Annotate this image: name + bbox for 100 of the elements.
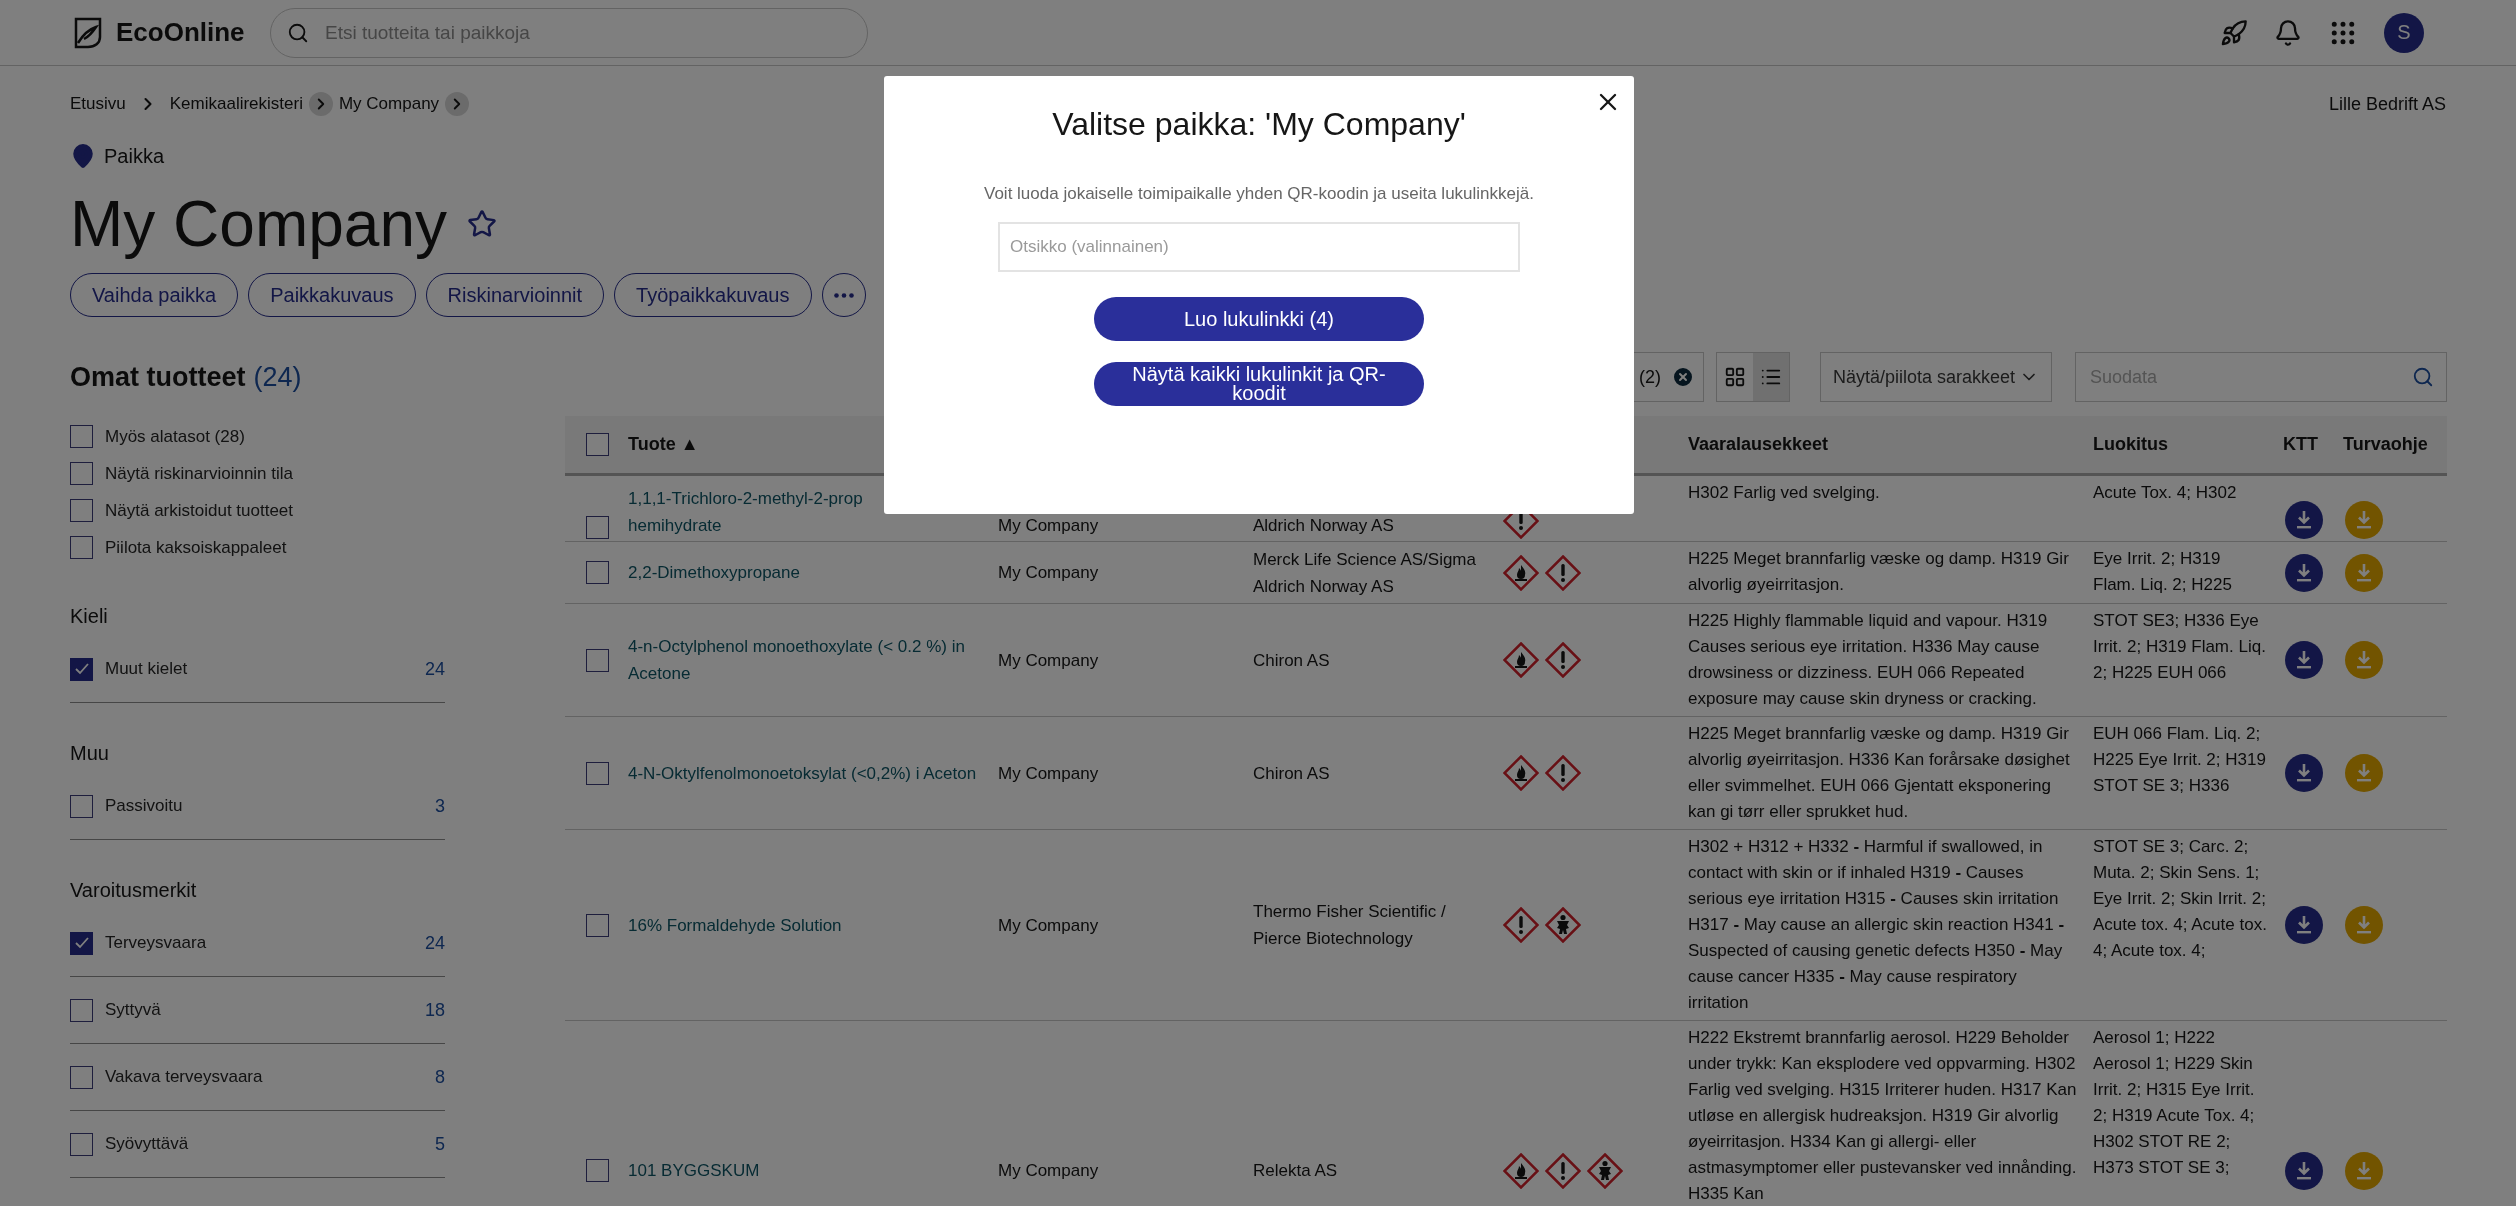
action-button[interactable]: Paikkakuvaus xyxy=(248,273,416,317)
search-field[interactable]: Etsi tuotteita tai paikkoja xyxy=(270,7,868,58)
modal-button[interactable]: Luo lukulinkki (4) xyxy=(1094,297,1424,341)
action-button[interactable]: Riskinarvioinnit xyxy=(425,273,605,317)
filter-label: Vakava terveysvaara xyxy=(105,1067,264,1087)
filter-checkbox[interactable] xyxy=(70,462,93,485)
product-link[interactable]: 16% Formaldehyde Solution xyxy=(620,911,990,939)
exclamation-pictogram-icon xyxy=(1503,907,1539,943)
filter-checkbox[interactable] xyxy=(70,499,93,522)
health-hazard-pictogram-icon xyxy=(1545,907,1581,943)
exclamation-pictogram-icon xyxy=(1545,1152,1581,1189)
modal-title: Valitse paikka: 'My Company' xyxy=(1052,106,1466,144)
product-link[interactable]: 4-n-Octylphenol monoethoxylate (< 0.2 %) in Acetone xyxy=(620,633,990,687)
download-icon[interactable] xyxy=(2285,641,2323,679)
filter-checkbox[interactable] xyxy=(70,931,93,955)
table-cell-text: Chiron AS xyxy=(1252,762,1331,785)
row-checkbox[interactable] xyxy=(586,761,609,785)
filter-checkbox[interactable] xyxy=(70,425,93,448)
table-cell-text: Chiron AS xyxy=(1252,649,1331,672)
row-checkbox[interactable] xyxy=(586,561,609,584)
product-link[interactable]: 101 BYGGSKUM xyxy=(620,1157,990,1184)
product-link[interactable]: 4-N-Oktylfenolmonoetoksylat (<0,2%) i Aceton xyxy=(620,759,990,787)
rocket-icon[interactable] xyxy=(2220,18,2248,47)
table-cell-text: Relekta AS xyxy=(1252,1160,1339,1182)
action-button[interactable]: Vaihda paikka xyxy=(70,273,239,317)
product-link[interactable]: 2,2-Dimethoxypropane xyxy=(620,559,990,586)
filter-checkbox[interactable] xyxy=(70,998,93,1022)
bell-icon[interactable] xyxy=(2274,18,2302,47)
table-cell-text: H225 Meget brannfarlig væske og damp. H319 Gir alvorlig øyeirritasjon. xyxy=(1687,548,2070,596)
filter-label: Piilota kaksoiskappaleet xyxy=(105,537,288,558)
search-icon xyxy=(287,21,309,44)
download-icon[interactable] xyxy=(2285,501,2323,539)
filter-group-title: Varoitusmerkit xyxy=(70,877,198,903)
filter-group-title: Muu xyxy=(70,740,110,766)
download-icon[interactable] xyxy=(2285,906,2323,944)
company-name: Lille Bedrift AS xyxy=(2328,93,2446,115)
user-avatar[interactable]: S xyxy=(2384,12,2424,53)
map-pin-icon xyxy=(70,143,96,169)
row-checkbox[interactable] xyxy=(586,648,609,672)
modal-text: Voit luoda jokaiselle toimipaikalle yhden QR-koodin ja useita lukulinkkejä. xyxy=(984,184,1534,204)
column-header[interactable]: Luokitus xyxy=(2085,434,2275,455)
download-icon[interactable] xyxy=(2285,1151,2323,1190)
flame-pictogram-icon xyxy=(1503,755,1539,791)
filter-count: 5 xyxy=(435,1133,445,1155)
flame-pictogram-icon xyxy=(1503,642,1539,678)
filter-label: Näytä arkistoidut tuotteet xyxy=(105,500,295,521)
exclamation-pictogram-icon xyxy=(1545,755,1581,791)
breadcrumb-link[interactable]: Kemikaalirekisteri xyxy=(169,94,303,114)
chevron-button[interactable] xyxy=(445,92,470,116)
column-header[interactable]: Turvaohje xyxy=(2335,434,2447,455)
filter-count: 24 xyxy=(424,658,445,680)
more-button[interactable] xyxy=(821,273,866,317)
grid-icon xyxy=(1724,366,1746,388)
action-button[interactable]: Työpaikkakuvaus xyxy=(614,273,812,317)
breadcrumb-link[interactable]: Etusivu xyxy=(70,94,126,114)
filter-checkbox[interactable] xyxy=(70,536,93,559)
select-all-checkbox[interactable] xyxy=(586,433,609,456)
filter-label: Terveysvaara xyxy=(105,933,208,953)
flame-pictogram-icon xyxy=(1503,1152,1539,1189)
filter-checkbox[interactable] xyxy=(70,794,93,818)
row-checkbox[interactable] xyxy=(586,516,609,539)
table-cell-text: My Company xyxy=(997,914,1100,937)
columns-dropdown[interactable]: Näytä/piilota sarakkeet xyxy=(1820,352,2052,402)
table-cell-text: STOT SE3; H336 Eye Irrit. 2; H319 Flam. Liq. 2; H225 EUH 066 xyxy=(2092,610,2267,684)
search-input[interactable]: Etsi tuotteita tai paikkoja xyxy=(323,20,851,45)
filter-checkbox[interactable] xyxy=(70,1132,93,1156)
table-cell-text: Merck Life Science AS/Sigma Aldrich Norway AS xyxy=(1252,548,1477,598)
filter-checkbox[interactable] xyxy=(70,1065,93,1089)
table-cell-text: Aldrich Norway AS xyxy=(1252,515,1395,537)
table-cell-text: H225 Highly flammable liquid and vapour. H319 Causes serious eye irritation. H336 May cause drowsiness or dizziness. EUH 066 Repeated exposure may cause skin dryness or cracking. xyxy=(1687,610,2049,710)
breadcrumb-link[interactable]: My Company xyxy=(338,94,440,114)
list-view-button[interactable] xyxy=(1753,353,1789,401)
check-icon xyxy=(73,661,90,677)
location-type: Paikka xyxy=(104,144,165,168)
download-icon[interactable] xyxy=(2285,553,2323,592)
table-cell-text: My Company xyxy=(997,515,1100,537)
clear-icon[interactable] xyxy=(1671,365,1695,389)
row-checkbox[interactable] xyxy=(586,913,609,937)
chevron-button[interactable] xyxy=(308,92,333,116)
table-cell-text: EUH 066 Flam. Liq. 2; H225 Eye Irrit. 2; H319 STOT SE 3; H336 xyxy=(2092,723,2267,797)
table-cell-text: Thermo Fisher Scientific / Pierce Biotechnology xyxy=(1252,901,1447,950)
check-icon xyxy=(73,935,90,951)
filter-count: 18 xyxy=(424,999,445,1021)
exclamation-pictogram-icon xyxy=(1545,642,1581,678)
table-cell-text: H225 Meget brannfarlig væske og damp. H319 Gir alvorlig øyeirritasjon. H336 Kan forårsake døsighet eller svimmelhet. EUH 066 Gjentatt eksponering kan gi tørr eller sprukket hud. xyxy=(1687,723,2071,823)
filter-label: Muut kielet xyxy=(105,659,189,679)
download-icon[interactable] xyxy=(2285,754,2323,792)
health-hazard-pictogram-icon xyxy=(1587,1152,1623,1189)
filter-checkbox[interactable] xyxy=(70,657,93,681)
table-cell-text: My Company xyxy=(997,762,1100,785)
modal-button[interactable]: Näytä kaikki lukulinkit ja QR-koodit xyxy=(1094,362,1424,406)
table-cell-text: My Company xyxy=(997,649,1100,672)
column-header[interactable]: KTT xyxy=(2275,434,2335,455)
title-input-field[interactable]: Otsikko (valinnainen) xyxy=(998,222,1520,272)
table-cell-text: Aerosol 1; H222 Aerosol 1; H229 Skin Irrit. 2; H315 Eye Irrit. 2; H319 Acute Tox. 4; H302 STOT RE 2; H373 STOT SE 3; xyxy=(2092,1027,2256,1179)
logo-text: EcoOnline xyxy=(116,17,245,48)
table-cell-text: H222 Ekstremt brannfarlig aerosol. H229 Beholder under trykk: Kan eksplodere ved oppvarming. H302 Farlig ved svelging. H315 Irriterer huden. H317 Kan utløse en allergisk hudreaksjon. H319 Gir alvorlig øyeirritasjon. H334 Kan gi allergi- eller astmasymptomer eller pustevansker ved innånding. H335 Kan xyxy=(1687,1027,2078,1205)
row-checkbox[interactable] xyxy=(586,1159,609,1182)
column-header[interactable]: Vaaralausekkeet xyxy=(1680,434,2085,455)
star-icon[interactable] xyxy=(467,209,497,239)
